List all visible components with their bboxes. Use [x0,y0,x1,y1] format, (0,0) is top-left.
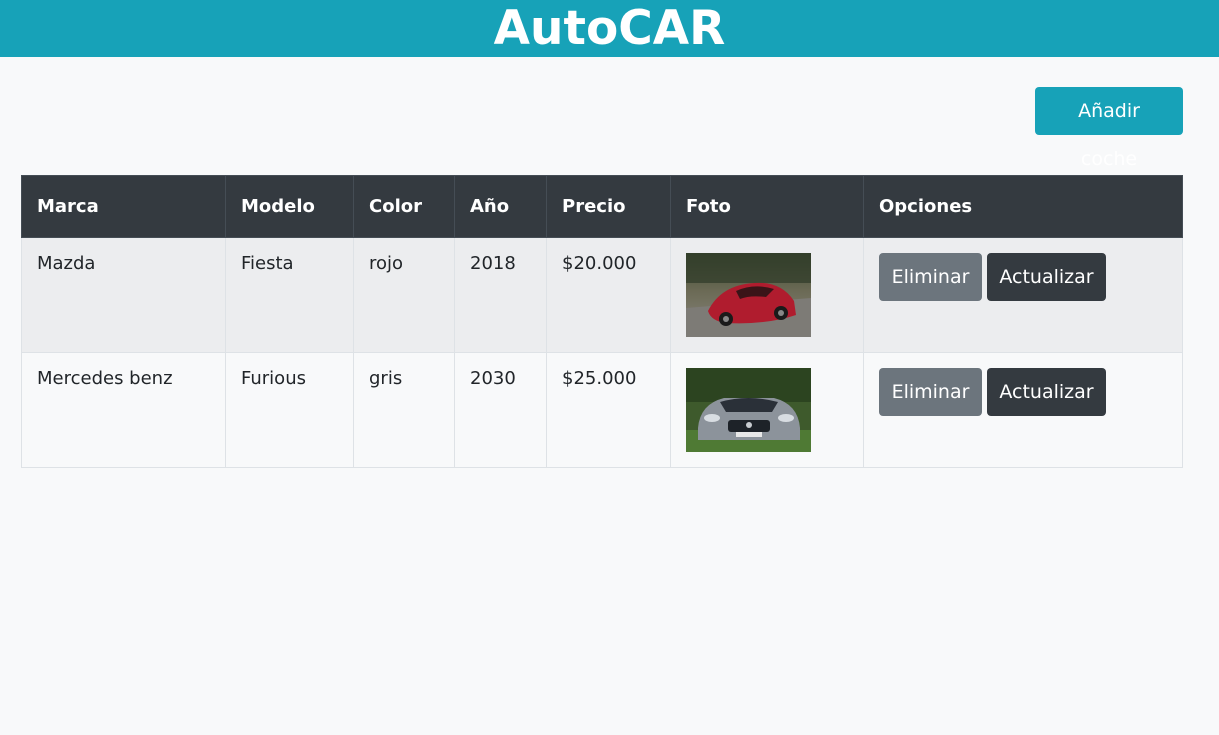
delete-button[interactable]: Eliminar [879,368,982,416]
car-photo-red [686,253,811,337]
table-header: Marca Modelo Color Año Precio Foto Opcio… [21,175,1183,238]
add-car-button[interactable]: Añadir coche [1035,87,1183,170]
cell-foto [670,352,864,468]
cell-opciones: Eliminar Actualizar [863,237,1183,353]
cars-table: Marca Modelo Color Año Precio Foto Opcio… [21,175,1183,468]
column-header-foto: Foto [670,175,864,238]
column-header-modelo: Modelo [225,175,354,238]
cell-precio: $20.000 [546,237,671,353]
column-header-color: Color [353,175,455,238]
car-photo-gray [686,368,811,452]
table-header-row: Marca Modelo Color Año Precio Foto Opcio… [21,175,1183,238]
cell-anio: 2018 [454,237,547,353]
cell-marca: Mazda [21,237,226,353]
column-header-marca: Marca [21,175,226,238]
update-button[interactable]: Actualizar [987,368,1106,416]
cell-opciones: Eliminar Actualizar [863,352,1183,468]
toolbar: Añadir coche [1035,87,1183,170]
cell-color: gris [353,352,455,468]
page-title: AutoCAR [493,1,726,56]
cell-color: rojo [353,237,455,353]
cell-modelo: Fiesta [225,237,354,353]
delete-button[interactable]: Eliminar [879,253,982,301]
cell-anio: 2030 [454,352,547,468]
cell-modelo: Furious [225,352,354,468]
app-header: AutoCAR [0,0,1219,57]
cell-marca: Mercedes benz [21,352,226,468]
column-header-precio: Precio [546,175,671,238]
column-header-opciones: Opciones [863,175,1183,238]
table-row: Mazda Fiesta rojo 2018 $20.000 Eliminar … [21,237,1183,353]
table-row: Mercedes benz Furious gris 2030 $25.000 [21,352,1183,468]
cell-foto [670,237,864,353]
cell-precio: $25.000 [546,352,671,468]
update-button[interactable]: Actualizar [987,253,1106,301]
column-header-anio: Año [454,175,547,238]
